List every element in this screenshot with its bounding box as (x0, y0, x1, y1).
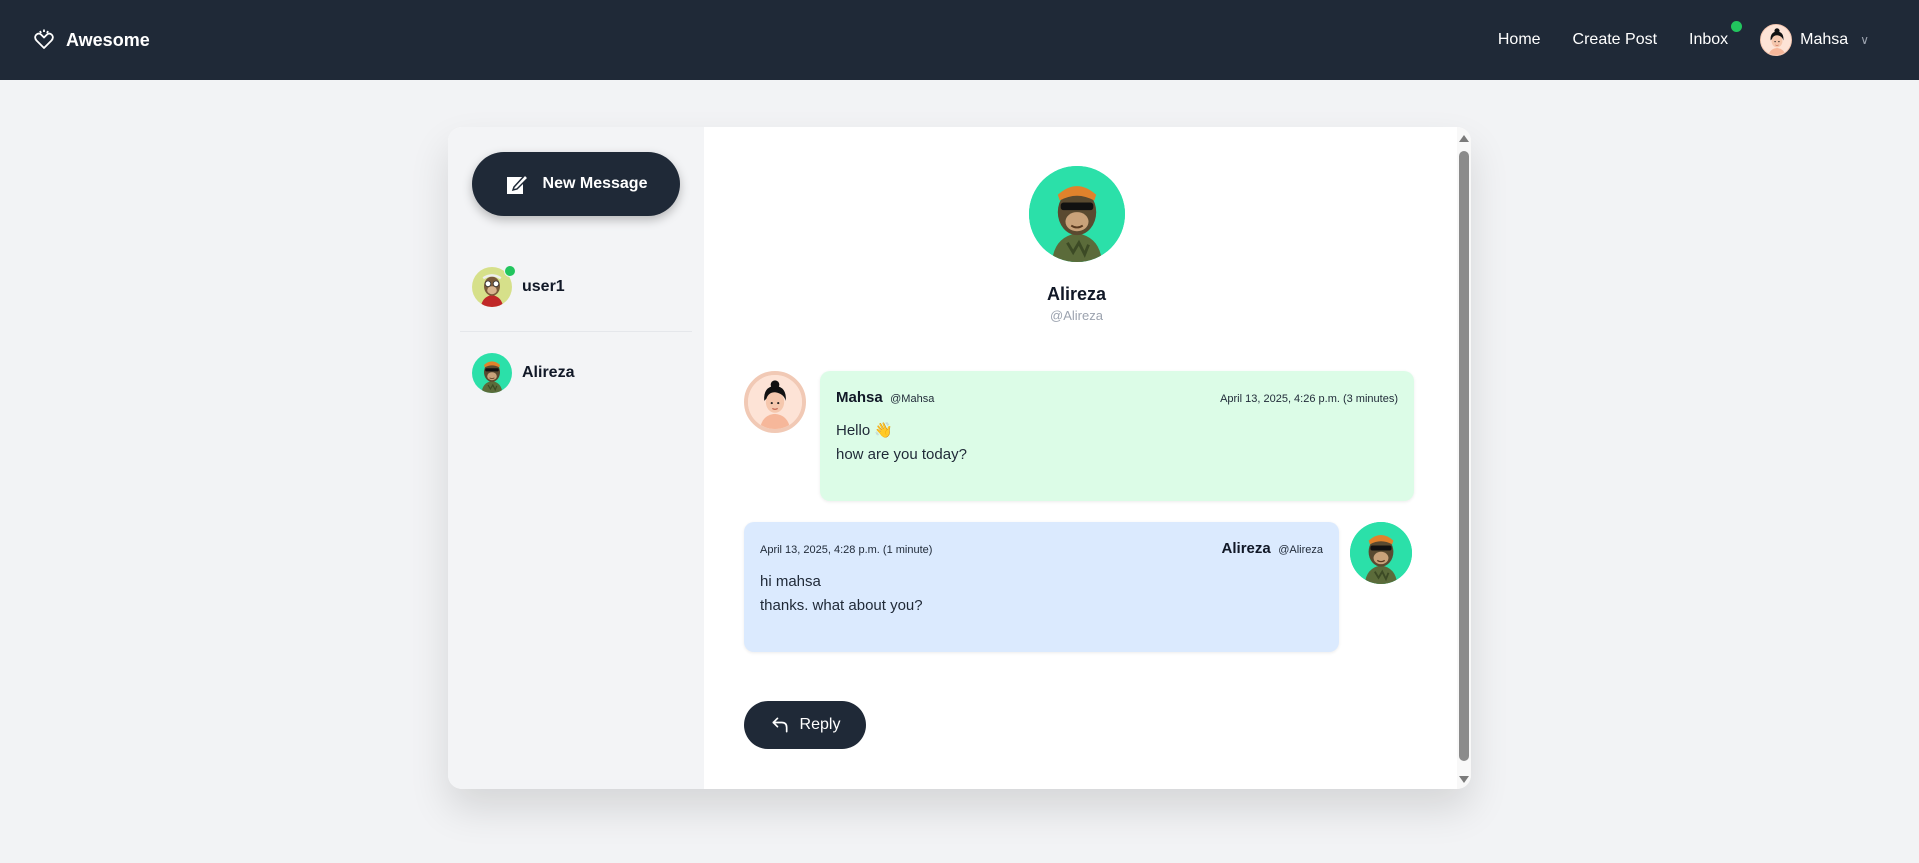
message-sender: Alireza (1221, 540, 1271, 557)
message-line: how are you today? (836, 446, 967, 463)
message-line: hi mahsa (760, 573, 821, 590)
reply-label: Reply (799, 716, 841, 733)
brand-name: Awesome (66, 29, 150, 50)
sender-avatar (1350, 522, 1412, 584)
message-body: Hello 👋 how are you today? (836, 419, 1398, 467)
scroll-down-arrow-icon[interactable] (1459, 776, 1469, 783)
user-name: Mahsa (1800, 31, 1849, 48)
brand-link[interactable]: Awesome (32, 28, 150, 52)
profile-name: Alireza (1046, 284, 1107, 304)
nav-inbox-link[interactable]: Inbox (1689, 21, 1743, 49)
reply-button[interactable]: Reply (744, 701, 866, 749)
heart-logo-icon (34, 29, 54, 49)
message-line: thanks. what about you? (760, 597, 923, 614)
conversation-name: Alireza (522, 364, 575, 381)
conversation-profile: Alireza @Alireza (704, 166, 1449, 323)
message-bubble: April 13, 2025, 4:28 p.m. (1 minute) Ali… (744, 522, 1339, 652)
vertical-scrollbar[interactable] (1457, 127, 1471, 789)
sender-avatar (744, 371, 806, 433)
online-status-dot (504, 265, 516, 277)
conversation-name: user1 (522, 278, 565, 295)
divider (460, 331, 692, 332)
avatar (472, 353, 512, 393)
user-menu[interactable]: Mahsa ∨ (1760, 24, 1869, 56)
nav-create-post-link[interactable]: Create Post (1573, 31, 1657, 49)
nav-links: Home Create Post Inbox Mahsa ∨ (1498, 21, 1887, 56)
message-handle: @Mahsa (890, 393, 935, 405)
message-bubble: Mahsa @Mahsa April 13, 2025, 4:26 p.m. (… (820, 371, 1414, 501)
inbox-notification-dot (1731, 21, 1743, 32)
conversation-sidebar: New Message user1 Alireza (448, 127, 704, 789)
profile-avatar[interactable] (1028, 166, 1125, 262)
nav-home-link[interactable]: Home (1498, 31, 1541, 49)
chevron-down-icon: ∨ (1860, 33, 1869, 47)
message-timestamp: April 13, 2025, 4:28 p.m. (1 minute) (760, 544, 933, 556)
scroll-up-arrow-icon[interactable] (1459, 135, 1469, 142)
scrollbar-thumb[interactable] (1459, 151, 1469, 761)
nav-inbox-label: Inbox (1689, 31, 1729, 48)
message-timestamp: April 13, 2025, 4:26 p.m. (3 minutes) (1220, 393, 1398, 405)
reply-arrow-icon (772, 717, 788, 733)
message-handle: @Alireza (1278, 544, 1323, 556)
message-sender: Mahsa (836, 389, 883, 406)
compose-icon (506, 173, 529, 194)
top-navbar: Awesome Home Create Post Inbox Mahsa ∨ (0, 0, 1919, 80)
message-line: Hello 👋 (836, 422, 894, 439)
conversation-panel: Alireza @Alireza Mahsa @Mahsa April 13, … (704, 127, 1471, 789)
conversation-item-alireza[interactable]: Alireza (460, 352, 692, 394)
avatar (472, 267, 516, 307)
message-body: hi mahsa thanks. what about you? (760, 570, 1323, 618)
new-message-label: New Message (542, 175, 648, 192)
user-avatar (1760, 24, 1793, 56)
new-message-button[interactable]: New Message (472, 152, 680, 216)
inbox-card: New Message user1 Alireza Alireza @Alire… (448, 127, 1471, 789)
profile-handle: @Alireza (1050, 308, 1103, 323)
conversation-item-user1[interactable]: user1 (460, 266, 692, 308)
